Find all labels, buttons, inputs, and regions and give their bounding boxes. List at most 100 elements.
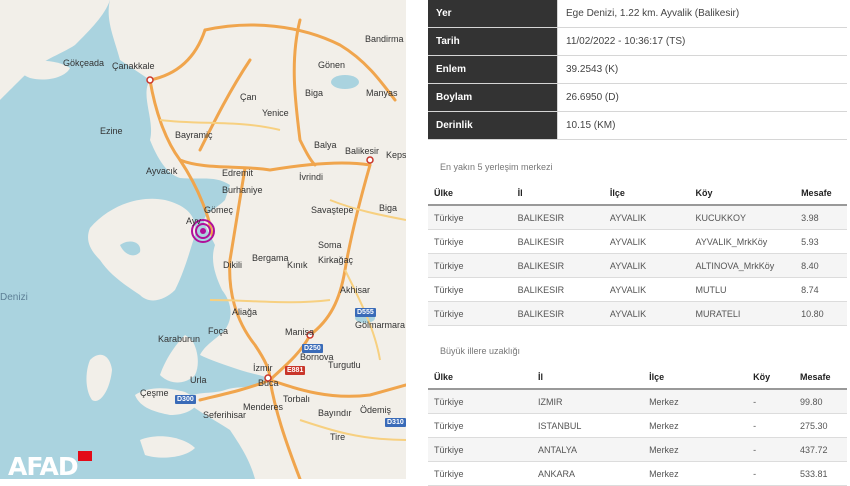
map-label-urla: Urla: [190, 375, 207, 385]
table-cell: Türkiye: [428, 229, 512, 254]
table-cell: ANKARA: [532, 461, 644, 486]
balikesir-dot: [366, 156, 374, 164]
table-cell: -: [747, 413, 794, 438]
map-label-izmir: İzmir: [253, 363, 273, 373]
table-cell: AYVALIK: [603, 277, 690, 302]
map-label-karaburun: Karaburun: [158, 334, 201, 344]
nearest-settlements-table: Ülke İl İlçe Köy Mesafe Türkiye BALIKESIR AYVA…: [428, 182, 847, 326]
table-cell: AYVALIK: [603, 253, 690, 278]
panel-divider: [406, 0, 426, 479]
table-cell: Türkiye: [428, 413, 533, 438]
table-cell: -: [747, 389, 794, 414]
table-cell: BALIKESIR: [511, 253, 604, 278]
table-cell: Türkiye: [428, 301, 512, 326]
table-cell: ANTALYA: [532, 437, 644, 462]
table-cell: Türkiye: [428, 205, 512, 230]
info-value: 10.15 (KM): [557, 111, 847, 140]
table-cell: Merkez: [643, 437, 748, 462]
table-cell: BALIKESIR: [511, 229, 604, 254]
table-cell: Türkiye: [428, 277, 512, 302]
column-header: Ülke: [428, 182, 512, 206]
table-cell: KUCUKKOY: [689, 205, 796, 230]
table-cell: BALIKESIR: [511, 277, 604, 302]
map-label-cesme: Çeşme: [140, 388, 169, 398]
table-cell: IZMIR: [532, 389, 644, 414]
table-row: Türkiye BALIKESIR AYVALIK MURATELI 10.80: [428, 301, 847, 326]
map-label-burhaniye: Burhaniye: [222, 185, 263, 195]
map-label-aliaga: Aliağa: [232, 307, 258, 317]
table-cell: 99.80: [793, 389, 847, 414]
info-row: Boylam 26.6950 (D): [428, 83, 847, 112]
column-header: İl: [511, 182, 604, 206]
map-label-kirkagac: Kirkağaç: [318, 255, 354, 265]
table-row: Türkiye ANKARA Merkez -533.81: [428, 461, 847, 486]
map-label-menderes: Menderes: [243, 402, 284, 412]
table-cell: Türkiye: [428, 389, 533, 414]
manyas-lake: [331, 75, 359, 89]
map-label-bigadic: Biga: [379, 203, 398, 213]
map-label-seferihisar: Seferihisar: [203, 410, 247, 420]
map-label-gonen: Gönen: [318, 60, 346, 70]
table-cell: -: [747, 461, 794, 486]
table-cell: 10.80: [795, 301, 847, 326]
info-key: Boylam: [428, 83, 558, 112]
info-value: 26.6950 (D): [557, 83, 847, 112]
city-distances-title: Büyük illere uzaklığı: [440, 346, 521, 356]
table-cell: 8.74: [795, 277, 847, 302]
table-cell: 275.30: [793, 413, 847, 438]
table-cell: BALIKESIR: [511, 205, 604, 230]
map-label-ayvalik: Ayv: [186, 216, 201, 226]
column-header: İl: [532, 366, 644, 390]
lesbos-island: [88, 198, 196, 301]
table-cell: Türkiye: [428, 437, 533, 462]
table-cell: -: [747, 437, 794, 462]
map-label-bergama: Bergama: [252, 253, 289, 263]
chios-island: [86, 354, 112, 401]
table-cell: ALTINOVA_MrkKöy: [689, 253, 796, 278]
table-cell: AYVALIK_MrkKöy: [689, 229, 796, 254]
info-key: Derinlik: [428, 111, 558, 140]
road-shield-e881: E881: [285, 366, 306, 375]
column-header: Köy: [747, 366, 794, 390]
samos-island: [140, 436, 195, 458]
map-label-golmarmara: Gölmarmara: [355, 320, 406, 330]
turkish-flag-icon: [78, 451, 92, 461]
map-label-ayvacik: Ayvacık: [146, 166, 178, 176]
table-cell: Türkiye: [428, 461, 533, 486]
map-label-foca: Foça: [208, 326, 229, 336]
map-label-gokceada: Gökçeada: [63, 58, 105, 68]
afad-logo: AFAD: [8, 452, 79, 479]
nearest-settlements-title: En yakın 5 yerleşim merkezi: [440, 162, 553, 172]
table-cell: Merkez: [643, 389, 748, 414]
road-shield-d250: D250: [302, 344, 323, 353]
earthquake-details-panel: Yer Ege Denizi, 1.22 km. Ayvalik (Balikes…: [426, 0, 850, 486]
info-value: 39.2543 (K): [557, 55, 847, 84]
table-cell: MUTLU: [689, 277, 796, 302]
map-label-balya: Balya: [314, 140, 337, 150]
map-label-akhisar: Akhisar: [340, 285, 371, 295]
map-label-torbali: Torbalı: [283, 394, 311, 404]
table-row: Türkiye IZMIR Merkez -99.80: [428, 389, 847, 414]
table-row: Türkiye ISTANBUL Merkez -275.30: [428, 413, 847, 438]
map-label-gomec: Gömeç: [204, 205, 234, 215]
info-key: Tarih: [428, 27, 558, 56]
map-label-bandirma: Bandirma: [365, 34, 404, 44]
table-cell: AYVALIK: [603, 301, 690, 326]
column-header: İlçe: [643, 366, 748, 390]
table-cell: AYVALIK: [603, 229, 690, 254]
earthquake-map[interactable]: Gökçeada Çanakkale Bandirma Gönen Manyas…: [0, 0, 406, 479]
table-cell: 8.40: [795, 253, 847, 278]
map-label-balikesir: Balikesir: [345, 146, 380, 156]
map-label-dikili: Dikili: [223, 260, 242, 270]
table-cell: 3.98: [795, 205, 847, 230]
table-cell: Merkez: [643, 461, 748, 486]
map-label-odemis: Ödemiş: [360, 405, 392, 415]
map-label-yenice: Yenice: [262, 108, 289, 118]
map-label-soma: Soma: [318, 240, 342, 250]
map-label-buca: Buca: [258, 378, 279, 388]
map-label-ivrindi: İvrindi: [299, 172, 324, 182]
canakkale-dot: [146, 76, 154, 84]
info-row: Yer Ege Denizi, 1.22 km. Ayvalik (Balikes…: [428, 0, 847, 28]
info-row: Enlem 39.2543 (K): [428, 55, 847, 84]
map-label-savastepe: Savaştepe: [311, 205, 354, 215]
